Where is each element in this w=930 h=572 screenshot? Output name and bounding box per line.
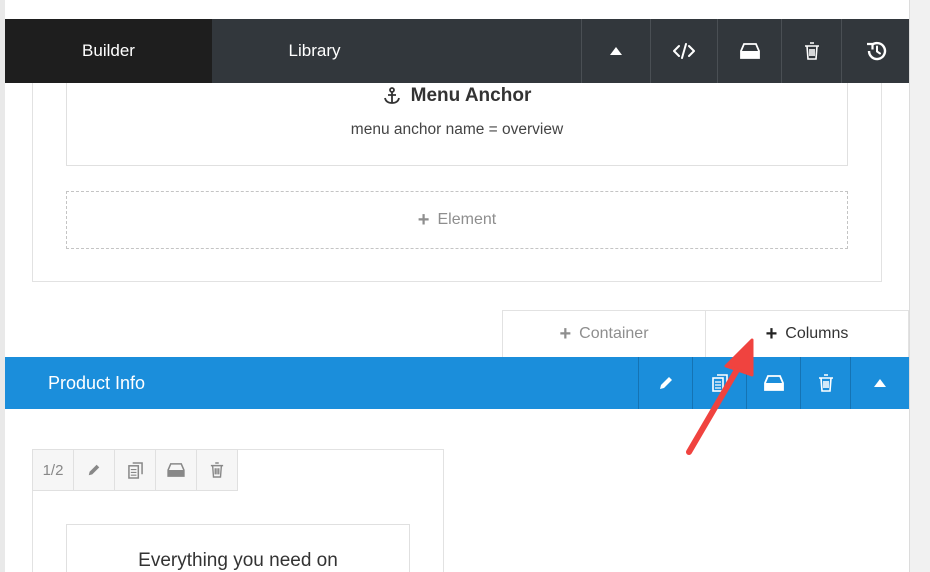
tab-builder-label: Builder [82,41,135,60]
edit-pencil-icon [659,377,672,389]
builder-toolbar: Builder Library [5,19,909,95]
clone-icon [711,374,728,392]
plus-icon: + [559,323,572,345]
right-scrollbar-track[interactable] [909,0,930,572]
edit-column-button[interactable] [73,449,115,491]
clone-icon [127,461,143,479]
trash-icon [804,42,819,60]
save-section-button[interactable] [746,357,800,409]
add-columns-button[interactable]: + Columns [705,310,909,357]
edit-section-button[interactable] [638,357,692,409]
save-drive-icon [763,375,784,391]
collapse-section-button[interactable] [850,357,909,409]
trash-icon [210,462,224,478]
save-drive-icon [167,463,185,477]
menu-anchor-title: Menu Anchor [410,85,532,106]
column-size-button[interactable]: 1/2 [32,449,74,491]
clone-section-button[interactable] [692,357,746,409]
add-element-label: Element [437,211,497,228]
add-columns-label: Columns [785,325,849,342]
text-element[interactable]: Everything you need on [66,524,410,572]
menu-anchor-element[interactable]: Menu Anchor menu anchor name = overview [66,83,848,166]
save-drive-icon [739,43,760,59]
add-element-button[interactable]: + Element [66,191,848,249]
add-container-button[interactable]: + Container [502,310,706,357]
left-frame-edge [0,0,5,572]
text-element-content: Everything you need on [138,550,338,571]
trash-icon [818,374,833,392]
history-icon [866,41,886,61]
collapse-all-button[interactable] [581,19,650,83]
collapse-up-icon [610,47,622,55]
delete-section-button[interactable] [800,357,850,409]
anchor-icon [383,87,400,104]
column-size-label: 1/2 [42,461,64,479]
history-button[interactable] [841,19,909,83]
code-icon [673,43,695,59]
tab-builder[interactable]: Builder [5,19,212,95]
code-view-button[interactable] [650,19,717,83]
save-column-button[interactable] [155,449,197,491]
menu-anchor-subtitle: menu anchor name = overview [350,121,564,138]
add-container-label: Container [579,325,649,342]
tab-library[interactable]: Library [212,19,417,83]
delete-all-button[interactable] [781,19,841,83]
clone-column-button[interactable] [114,449,156,491]
product-info-section-bar[interactable]: Product Info [5,357,909,409]
section-title: Product Info [48,372,146,393]
save-template-button[interactable] [717,19,781,83]
menu-anchor-heading: Menu Anchor [67,85,847,107]
plus-icon: + [417,209,430,231]
edit-pencil-icon [88,464,100,476]
column-toolbar: 1/2 [32,449,238,491]
delete-column-button[interactable] [196,449,238,491]
collapse-up-icon [874,379,886,387]
tab-library-label: Library [288,41,341,60]
plus-icon: + [765,323,778,345]
